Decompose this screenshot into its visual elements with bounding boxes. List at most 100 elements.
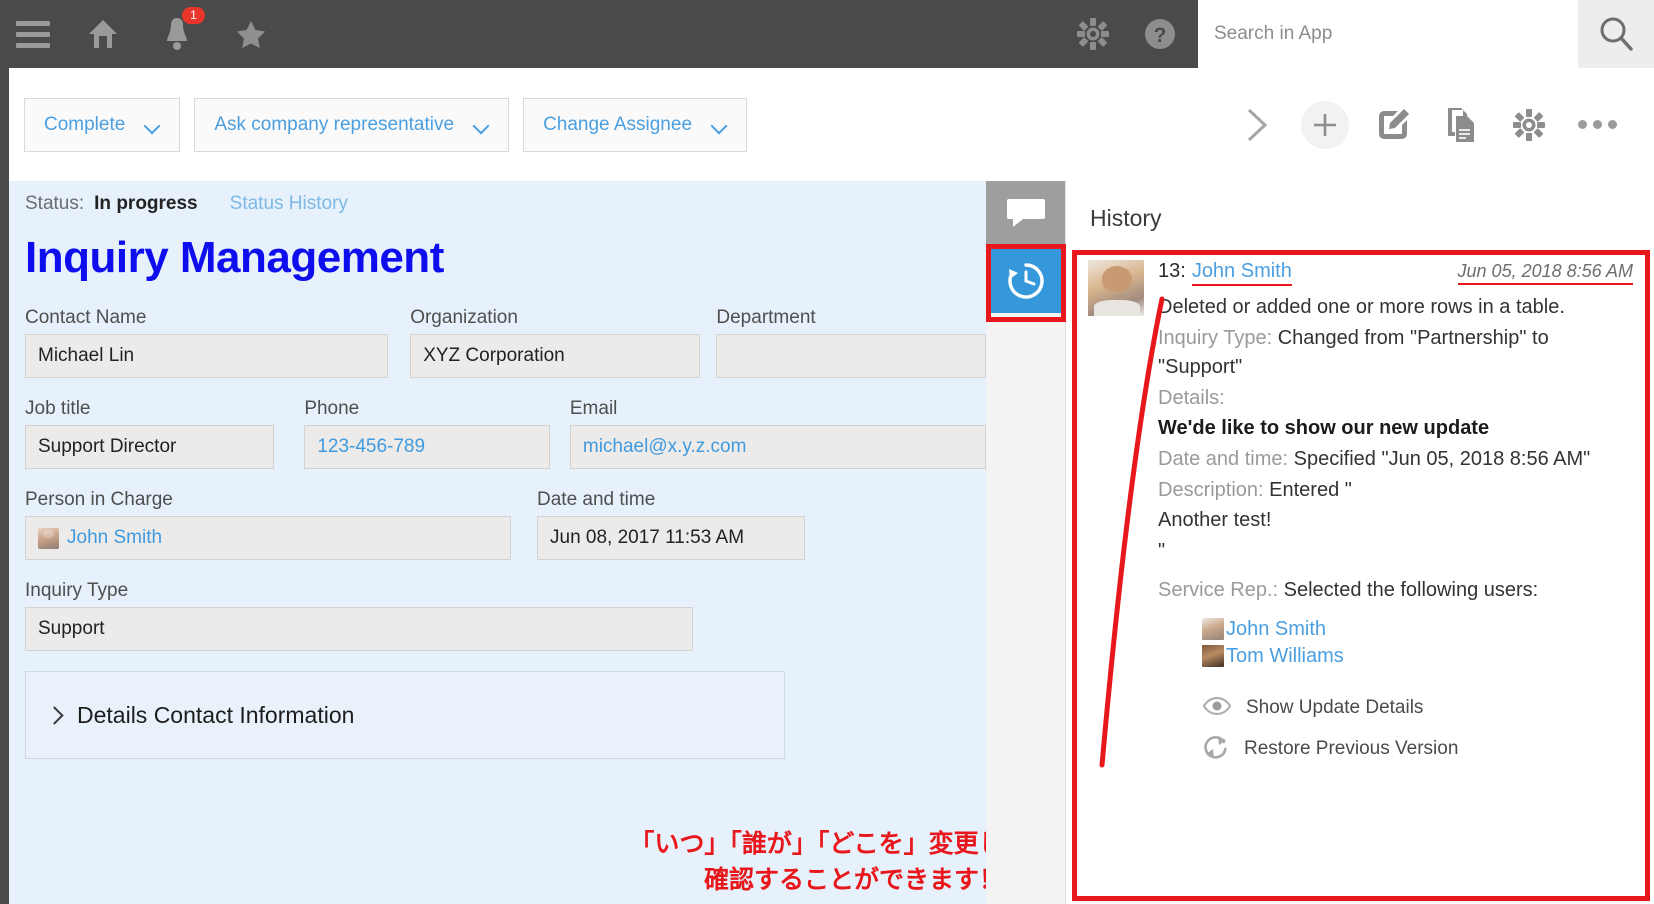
annotation-text: 「いつ」「誰が」「どこを」変更したかを 確認することができます！	[629, 826, 986, 899]
change-label: Service Rep.:	[1158, 579, 1279, 602]
copy-document-icon[interactable]	[1430, 94, 1492, 156]
notification-badge: 1	[182, 7, 205, 24]
history-change-6: "	[1158, 537, 1633, 567]
person-in-charge-input[interactable]: John Smith	[25, 516, 511, 560]
toolbar-icon-group	[1226, 94, 1628, 156]
form-row-2: Job title Support Director Phone 123-456…	[25, 398, 986, 469]
change-assignee-label: Change Assignee	[543, 113, 693, 135]
field-label: Date and time	[537, 489, 656, 510]
change-label: Description:	[1158, 478, 1264, 501]
phone-input[interactable]: 123-456-789	[304, 425, 550, 469]
show-update-details-button[interactable]: Show Update Details	[1202, 696, 1633, 721]
job-title-input[interactable]: Support Director	[25, 425, 275, 469]
history-entry: 13: John Smith Jun 05, 2018 8:56 AM Dele…	[1088, 260, 1633, 778]
change-text: Entered "	[1263, 478, 1352, 501]
email-input[interactable]: michael@x.y.z.com	[569, 425, 986, 469]
action-toolbar: Complete Ask company representative Chan…	[0, 68, 1654, 181]
history-summary: Deleted or added one or more rows in a t…	[1158, 296, 1565, 318]
field-department: Department	[716, 307, 986, 378]
organization-input[interactable]: XYZ Corporation	[410, 334, 701, 378]
svg-text:?: ?	[1154, 24, 1167, 47]
history-change-4: Description: Entered "	[1158, 476, 1633, 506]
user-name: Tom Williams	[1226, 644, 1344, 667]
bell-icon[interactable]: 1	[140, 0, 214, 68]
field-label: Job title	[25, 398, 91, 419]
restore-previous-version-label: Restore Previous Version	[1244, 738, 1459, 760]
field-label: Organization	[410, 307, 518, 328]
history-entry-content: Deleted or added one or more rows in a t…	[1158, 293, 1633, 606]
history-change-1: Details:	[1158, 384, 1633, 414]
history-entry-timestamp: Jun 05, 2018 8:56 AM	[1457, 261, 1633, 285]
restore-previous-version-button[interactable]: Restore Previous Version	[1202, 733, 1633, 766]
date-and-time-input[interactable]: Jun 08, 2017 11:53 AM	[537, 516, 805, 560]
hamburger-menu-icon[interactable]	[0, 0, 66, 68]
gear-icon[interactable]	[1058, 0, 1128, 68]
change-assignee-dropdown-button[interactable]: Change Assignee	[523, 97, 748, 152]
speech-bubble-icon	[1006, 199, 1045, 227]
history-entry-number: 13:	[1158, 260, 1186, 282]
search-icon[interactable]	[1578, 0, 1654, 68]
change-text: We'de like to show our new update	[1158, 417, 1490, 440]
chevron-down-icon	[712, 120, 727, 129]
field-person-in-charge: Person in Charge John Smith	[25, 489, 511, 560]
restore-refresh-icon	[1202, 733, 1230, 766]
search-input[interactable]	[1198, 0, 1578, 68]
history-clock-icon	[1007, 263, 1044, 299]
chevron-right-icon	[48, 705, 60, 725]
change-text: "	[1158, 539, 1166, 562]
change-text: Specified "Jun 05, 2018 8:56 AM"	[1288, 447, 1591, 470]
chevron-down-icon	[474, 120, 489, 129]
field-phone: Phone 123-456-789	[304, 398, 550, 469]
history-change-2: We'de like to show our new update	[1158, 414, 1633, 444]
gear-icon[interactable]	[1498, 94, 1560, 156]
home-icon[interactable]	[66, 0, 140, 68]
edit-icon[interactable]	[1362, 94, 1424, 156]
field-date-and-time: Date and time Jun 08, 2017 11:53 AM	[537, 489, 805, 560]
help-icon[interactable]: ?	[1128, 0, 1192, 68]
more-options-icon[interactable]	[1566, 94, 1628, 156]
contact-name-input[interactable]: Michael Lin	[25, 334, 389, 378]
chevron-right-icon[interactable]	[1226, 94, 1288, 156]
form-row-1: Contact Name Michael Lin Organization XY…	[25, 307, 986, 378]
annotation-line-1: 「いつ」「誰が」「どこを」変更したかを	[629, 830, 986, 858]
change-label: Date and time:	[1158, 447, 1289, 470]
page-title: Inquiry Management	[25, 233, 444, 282]
eye-icon	[1202, 696, 1232, 721]
person-in-charge-value: John Smith	[67, 527, 163, 548]
history-tab[interactable]	[986, 249, 1065, 313]
avatar	[38, 527, 59, 549]
field-organization: Organization XYZ Corporation	[410, 307, 701, 378]
chevron-down-icon	[145, 120, 160, 129]
status-history-link[interactable]: Status History	[230, 193, 348, 215]
field-job-title: Job title Support Director	[25, 398, 275, 469]
field-label: Phone	[304, 398, 360, 419]
inquiry-type-input[interactable]: Support	[25, 607, 693, 651]
add-button[interactable]	[1294, 94, 1356, 156]
list-item[interactable]: Tom Williams	[1202, 645, 1633, 668]
avatar	[1202, 645, 1224, 668]
complete-dropdown-button[interactable]: Complete	[24, 97, 181, 152]
status-badge: In progress	[94, 193, 198, 214]
search-container	[1198, 0, 1654, 68]
list-item[interactable]: John Smith	[1202, 618, 1633, 641]
form-fields: Contact Name Michael Lin Organization XY…	[25, 307, 986, 651]
history-entry-user[interactable]: John Smith	[1191, 260, 1292, 286]
status-row: Status: In progress Status History	[25, 193, 986, 215]
action-button-group: Complete Ask company representative Chan…	[24, 97, 748, 152]
side-tab-strip	[986, 181, 1065, 904]
details-contact-information-accordion[interactable]: Details Contact Information	[25, 671, 785, 759]
annotation-line-2: 確認することができます！	[703, 866, 986, 895]
star-icon[interactable]	[214, 0, 288, 68]
field-label: Email	[569, 398, 618, 419]
selected-users-list: John Smith Tom Williams	[1202, 618, 1633, 668]
history-change-7: Service Rep.: Selected the following use…	[1158, 576, 1633, 606]
field-label: Inquiry Type	[25, 580, 129, 601]
status-label: Status:	[25, 193, 85, 214]
history-entry-header: 13: John Smith Jun 05, 2018 8:56 AM	[1158, 260, 1633, 286]
history-change-5: Another test!	[1158, 506, 1633, 536]
field-email: Email michael@x.y.z.com	[569, 398, 986, 469]
history-panel: History 13: John Smith Jun 05, 2018 8:56…	[1065, 181, 1654, 904]
ask-company-representative-dropdown-button[interactable]: Ask company representative	[194, 97, 510, 152]
department-input[interactable]	[716, 334, 986, 378]
comments-tab[interactable]	[986, 181, 1065, 245]
